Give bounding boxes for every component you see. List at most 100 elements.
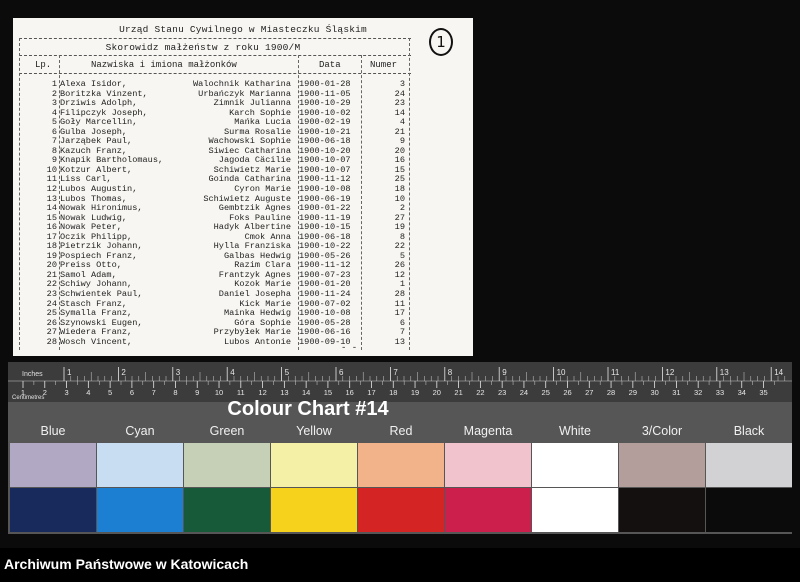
swatch-dark [358,488,444,532]
ruler-cm-number: 32 [694,388,702,397]
swatch-dark [706,488,792,532]
ruler-cm-number: 30 [650,388,658,397]
colour-chart-title: Colour Chart #14 [227,398,389,420]
swatch-label: 3/Color [641,424,683,438]
ruler-inch-number: 3 [176,368,181,377]
register-rows: 1 Alexa Isidor, Walochnik Katharina 1900-01… [13,79,473,348]
swatch-dark [445,488,531,532]
archive-name: Archiwum Państwowe w Katowicach [4,556,249,572]
swatch-label: Black [733,424,765,438]
swatch-light [97,443,183,487]
swatch-light [445,443,531,487]
header-names: Nazwiska i imiona małżonków [91,60,237,70]
ruler-cm-number: 9 [195,388,199,397]
swatch-label: Green [209,424,245,438]
ruler-cm-number: 18 [389,388,397,397]
measurement-ruler: InchesCentimetres1 2 3 4 5 6 7 8 9 10 11 12 13 141 2 3 4… [8,362,792,402]
row-lp: 28 [46,336,57,347]
swatch-light [619,443,705,487]
row-number: 19 [394,222,405,233]
trailing-mark: - - [341,343,358,353]
ruler-cm-number: 12 [258,388,266,397]
ruler-cm-number: 22 [476,388,484,397]
document-title: Urząd Stanu Cywilnego w Miasteczku Śląsk… [119,24,367,35]
ruler-cm-number: 8 [173,388,177,397]
ruler-cm-number: 17 [367,388,375,397]
ruler-cm-number: 14 [302,388,310,397]
row-number: 13 [394,336,405,347]
header-top-rule [19,55,411,56]
ruler-cm-number: 35 [759,388,767,397]
ruler-cm-number: 21 [454,388,462,397]
ruler-inch-number: 4 [230,368,235,377]
ruler-cm-number: 24 [520,388,528,397]
document-page: Urząd Stanu Cywilnego w Miasteczku Śląsk… [13,18,473,356]
row-number: 17 [394,308,405,319]
ruler-cm-number: 3 [64,388,68,397]
swatch-dark [619,488,705,532]
ruler-inch-number: 8 [448,368,453,377]
header-number: Numer [370,60,398,70]
row-husband: Wosch Vincent, [60,336,133,347]
table-top-rule [19,38,411,39]
header-bottom-rule [19,73,411,74]
ruler-cm-number: 28 [607,388,615,397]
table-row: 28 Wosch Vincent, Lubos Antonie 1900-09-10 1… [13,336,473,348]
ruler-cm-number: 2 [43,388,47,397]
archive-footer: Archiwum Państwowe w Katowicach [0,548,800,582]
ruler-inch-number: 11 [611,368,620,377]
ruler-cm-number: 33 [716,388,724,397]
header-date: Data [319,60,341,70]
ruler-cm-number: 31 [672,388,680,397]
swatch-light [358,443,444,487]
colour-chart: Inches Centimetres 1 2 3 4 5 6 7 8 9 10 11 12 13 14 1 2 3 4… [8,362,792,534]
swatch-label: Yellow [296,424,332,438]
swatch-dark [271,488,357,532]
ruler-cm-number: 4 [86,388,90,397]
ruler-cm-number: 5 [108,388,112,397]
ruler-inch-number: 13 [720,368,729,377]
row-number: 12 [394,269,405,280]
row-wife: Lubos Antonie [223,336,291,347]
swatch-label: Cyan [125,424,155,438]
swatch-light [532,443,618,487]
ruler-cm-number: 34 [738,388,746,397]
ruler-cm-number: 29 [629,388,637,397]
swatch-label: Red [389,424,413,438]
ruler-inch-number: 9 [502,368,507,377]
ruler-inch-number: 5 [285,368,290,377]
ruler-cm-number: 19 [411,388,419,397]
ruler-inches-label: Inches [22,371,43,378]
row-number: 14 [394,107,405,118]
ruler-cm-number: 23 [498,388,506,397]
ruler-inch-number: 10 [557,368,566,377]
ruler-cm-number: 25 [542,388,550,397]
swatch-dark [97,488,183,532]
document-subtitle: Skorowidz małżeństw z roku 1900/M [105,42,301,53]
ruler-inch-number: 1 [67,368,72,377]
swatch-light [706,443,792,487]
ruler-cm-number: 11 [237,388,245,397]
ruler-cm-number: 10 [215,388,223,397]
ruler-inch-number: 12 [665,368,674,377]
row-number: 10 [394,193,405,204]
ruler-cm-number: 26 [563,388,571,397]
swatch-label: Blue [40,424,66,438]
ruler-inch-number: 2 [121,368,126,377]
swatch-dark [184,488,270,532]
row-number: 6 [399,317,405,328]
ruler-cm-number: 13 [280,388,288,397]
ruler-inch-number: 6 [339,368,344,377]
swatch-dark [10,488,96,532]
ruler-cm-number: 15 [324,388,332,397]
ruler-cm-number: 20 [433,388,441,397]
ruler-cm-number: 27 [585,388,593,397]
ruler-cm-number: 1 [21,388,25,397]
ruler-cm-number: 16 [346,388,354,397]
swatch-label: Magenta [463,424,513,438]
swatch-label: White [559,424,591,438]
handwritten-page-number: 1 [429,28,453,56]
ruler-inch-number: 14 [774,368,783,377]
header-lp: Lp. [35,60,52,70]
swatch-light [271,443,357,487]
